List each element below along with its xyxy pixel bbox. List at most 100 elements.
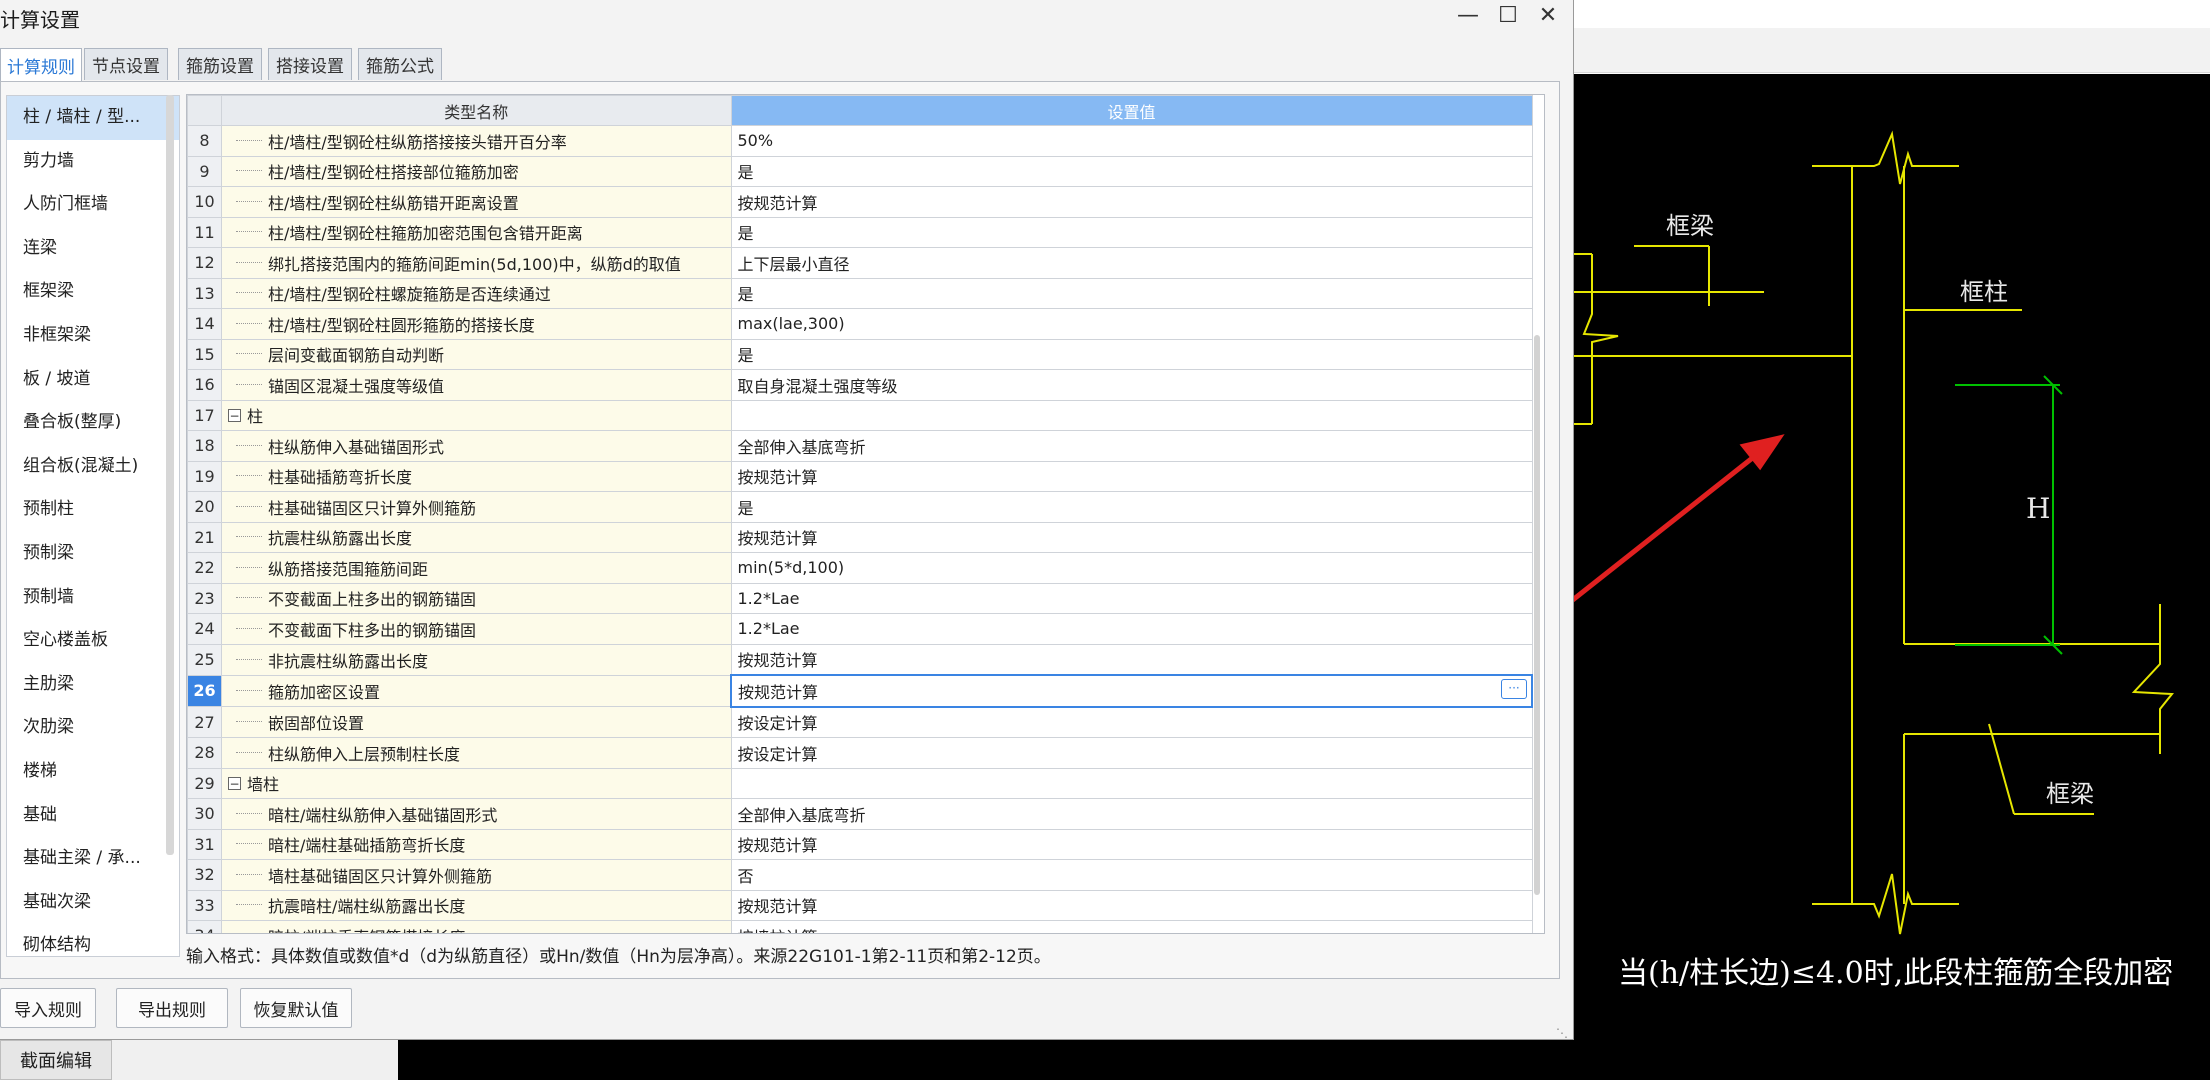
setting-value-cell[interactable] — [730, 399, 1533, 431]
table-row[interactable]: 19 柱基础插筋弯折长度 按规范计算 — [187, 460, 1533, 492]
component-list-scrollbar[interactable] — [166, 95, 174, 855]
setting-value-cell[interactable]: 全部伸入基底弯折 — [730, 430, 1533, 462]
tab-lap-settings[interactable]: 搭接设置 — [268, 48, 352, 80]
component-list-item[interactable]: 非框架梁 — [7, 314, 179, 358]
component-list-item[interactable]: 剪力墙 — [7, 140, 179, 184]
table-row[interactable]: 18 柱纵筋伸入基础锚固形式 全部伸入基底弯折 — [187, 430, 1533, 462]
more-options-icon[interactable]: ··· — [1501, 679, 1527, 699]
close-icon[interactable]: ✕ — [1528, 0, 1568, 30]
setting-name-cell: 柱/墙柱/型钢砼柱纵筋错开距离设置 — [221, 186, 732, 218]
table-row[interactable]: 25 非抗震柱纵筋露出长度 按规范计算 — [187, 643, 1533, 676]
component-list-item[interactable]: 楼梯 — [7, 750, 179, 794]
component-list-item[interactable]: 空心楼盖板 — [7, 619, 179, 663]
setting-value-cell[interactable]: 上下层最小直径 — [730, 247, 1533, 279]
component-list-item[interactable]: 柱 / 墙柱 / 型... — [7, 96, 179, 140]
component-list-item[interactable]: 组合板(混凝土) — [7, 445, 179, 489]
row-number: 21 — [187, 521, 222, 553]
table-row[interactable]: 14 柱/墙柱/型钢砼柱圆形箍筋的搭接长度 max(lae,300) — [187, 308, 1533, 340]
table-row[interactable]: 29− 墙柱 — [187, 767, 1533, 799]
setting-value-cell[interactable]: 按规范计算 — [730, 643, 1533, 676]
resize-grip-icon[interactable]: ⋱ — [1556, 1026, 1568, 1040]
setting-value-cell[interactable]: 1.2*Lae — [730, 613, 1533, 645]
component-list-item[interactable]: 连梁 — [7, 227, 179, 271]
reset-defaults-button[interactable]: 恢复默认值 — [240, 988, 352, 1028]
setting-value-cell[interactable]: 按规范计算 — [730, 186, 1533, 218]
setting-value-cell[interactable]: 是 — [730, 277, 1533, 309]
setting-value: 上下层最小直径 — [737, 254, 850, 274]
setting-value-cell[interactable]: 按规范计算 ··· — [730, 674, 1533, 708]
grid-scrollbar[interactable] — [1534, 335, 1540, 895]
component-list-item[interactable]: 框架梁 — [7, 270, 179, 314]
import-rules-button[interactable]: 导入规则 — [0, 988, 96, 1028]
maximize-icon[interactable]: ☐ — [1488, 0, 1528, 30]
table-row[interactable]: 21 抗震柱纵筋露出长度 按规范计算 — [187, 521, 1533, 553]
component-list-item[interactable]: 基础次梁 — [7, 881, 179, 925]
component-list-item[interactable]: 基础 — [7, 794, 179, 838]
table-row[interactable]: 30 暗柱/端柱纵筋伸入基础锚固形式 全部伸入基底弯折 — [187, 798, 1533, 830]
collapse-icon[interactable]: − — [228, 408, 241, 422]
setting-value-cell[interactable]: 按规范计算 — [730, 521, 1533, 553]
table-row[interactable]: 10 柱/墙柱/型钢砼柱纵筋错开距离设置 按规范计算 — [187, 186, 1533, 218]
table-row[interactable]: 27 嵌固部位设置 按设定计算 — [187, 706, 1533, 738]
table-row[interactable]: 31 暗柱/端柱基础插筋弯折长度 按规范计算 — [187, 828, 1533, 860]
row-number: 31 — [187, 828, 222, 860]
component-list-item[interactable]: 预制梁 — [7, 532, 179, 576]
tab-node-settings[interactable]: 节点设置 — [84, 48, 168, 80]
setting-value-cell[interactable]: 是 — [730, 216, 1533, 248]
setting-value-cell[interactable]: 是 — [730, 491, 1533, 523]
table-row[interactable]: 23 不变截面上柱多出的钢筋锚固 1.2*Lae — [187, 582, 1533, 614]
setting-value-cell[interactable]: max(lae,300) — [730, 308, 1533, 340]
tab-calc-rules[interactable]: 计算规则 — [0, 48, 82, 82]
tab-stirrup-formula[interactable]: 箍筋公式 — [358, 48, 442, 80]
component-list-item[interactable]: 次肋梁 — [7, 706, 179, 750]
minimize-icon[interactable]: — — [1448, 0, 1488, 30]
table-row[interactable]: 32 墙柱基础锚固区只计算外侧箍筋 否 — [187, 859, 1533, 891]
tree-line — [236, 566, 262, 569]
component-list-item[interactable]: 叠合板(整厚) — [7, 401, 179, 445]
component-list-item[interactable]: 基础主梁 / 承... — [7, 837, 179, 881]
setting-value-cell[interactable]: 取自身混凝土强度等级 — [730, 369, 1533, 401]
table-row[interactable]: 11 柱/墙柱/型钢砼柱箍筋加密范围包含错开距离 是 — [187, 216, 1533, 248]
table-row[interactable]: 33 抗震暗柱/端柱纵筋露出长度 按规范计算 — [187, 889, 1533, 921]
table-row[interactable]: 26 箍筋加密区设置 按规范计算 ··· — [187, 674, 1533, 708]
tab-stirrup-settings[interactable]: 箍筋设置 — [178, 48, 262, 80]
setting-value-cell[interactable]: 50% — [730, 125, 1533, 157]
table-row[interactable]: 24 不变截面下柱多出的钢筋锚固 1.2*Lae — [187, 613, 1533, 645]
setting-value-cell[interactable]: 1.2*Lae — [730, 582, 1533, 614]
setting-value-cell[interactable]: 按规范计算 — [730, 460, 1533, 492]
setting-value-cell[interactable]: 按墙柱计算 — [730, 920, 1533, 933]
setting-value-cell[interactable]: 全部伸入基底弯折 — [730, 798, 1533, 830]
component-list-item[interactable]: 板 / 坡道 — [7, 358, 179, 402]
setting-value-cell[interactable]: 按规范计算 — [730, 889, 1533, 921]
setting-value-cell[interactable]: 按设定计算 — [730, 706, 1533, 738]
table-row[interactable]: 28 柱纵筋伸入上层预制柱长度 按设定计算 — [187, 737, 1533, 769]
section-edit-tab[interactable]: 截面编辑 — [0, 1040, 112, 1080]
component-list-item[interactable]: 砌体结构 — [7, 924, 179, 956]
setting-value-cell[interactable]: 否 — [730, 859, 1533, 891]
export-rules-button[interactable]: 导出规则 — [116, 988, 228, 1028]
component-list-item[interactable]: 预制墙 — [7, 576, 179, 620]
table-row[interactable]: 34 暗柱/端柱垂直钢筋搭接长度 按墙柱计算 — [187, 920, 1533, 933]
component-list-item[interactable]: 预制柱 — [7, 488, 179, 532]
setting-value-cell[interactable]: 按规范计算 — [730, 828, 1533, 860]
table-row[interactable]: 20 柱基础锚固区只计算外侧箍筋 是 — [187, 491, 1533, 523]
table-row[interactable]: 8 柱/墙柱/型钢砼柱纵筋搭接接头错开百分率 50% — [187, 125, 1533, 157]
setting-value-cell[interactable]: min(5*d,100) — [730, 552, 1533, 584]
setting-value-cell[interactable] — [730, 767, 1533, 799]
table-row[interactable]: 16 锚固区混凝土强度等级值 取自身混凝土强度等级 — [187, 369, 1533, 401]
setting-value-cell[interactable]: 是 — [730, 155, 1533, 187]
component-list-item[interactable]: 人防门框墙 — [7, 183, 179, 227]
table-row[interactable]: 12 绑扎搭接范围内的箍筋间距min(5d,100)中，纵筋d的取值 上下层最小直径 — [187, 247, 1533, 279]
setting-value: 是 — [737, 498, 754, 518]
collapse-icon[interactable]: − — [228, 776, 241, 790]
row-number: 26 — [187, 674, 222, 707]
component-list-item[interactable]: 主肋梁 — [7, 663, 179, 707]
table-row[interactable]: 9 柱/墙柱/型钢砼柱搭接部位箍筋加密 是 — [187, 155, 1533, 187]
setting-value-cell[interactable]: 是 — [730, 338, 1533, 370]
table-row[interactable]: 17− 柱 — [187, 399, 1533, 431]
table-row[interactable]: 15 层间变截面钢筋自动判断 是 — [187, 338, 1533, 370]
setting-value-cell[interactable]: 按设定计算 — [730, 737, 1533, 769]
setting-name-wrapper: 柱/墙柱/型钢砼柱箍筋加密范围包含错开距离 — [222, 218, 730, 247]
table-row[interactable]: 13 柱/墙柱/型钢砼柱螺旋箍筋是否连续通过 是 — [187, 277, 1533, 309]
table-row[interactable]: 22 纵筋搭接范围箍筋间距 min(5*d,100) — [187, 552, 1533, 584]
